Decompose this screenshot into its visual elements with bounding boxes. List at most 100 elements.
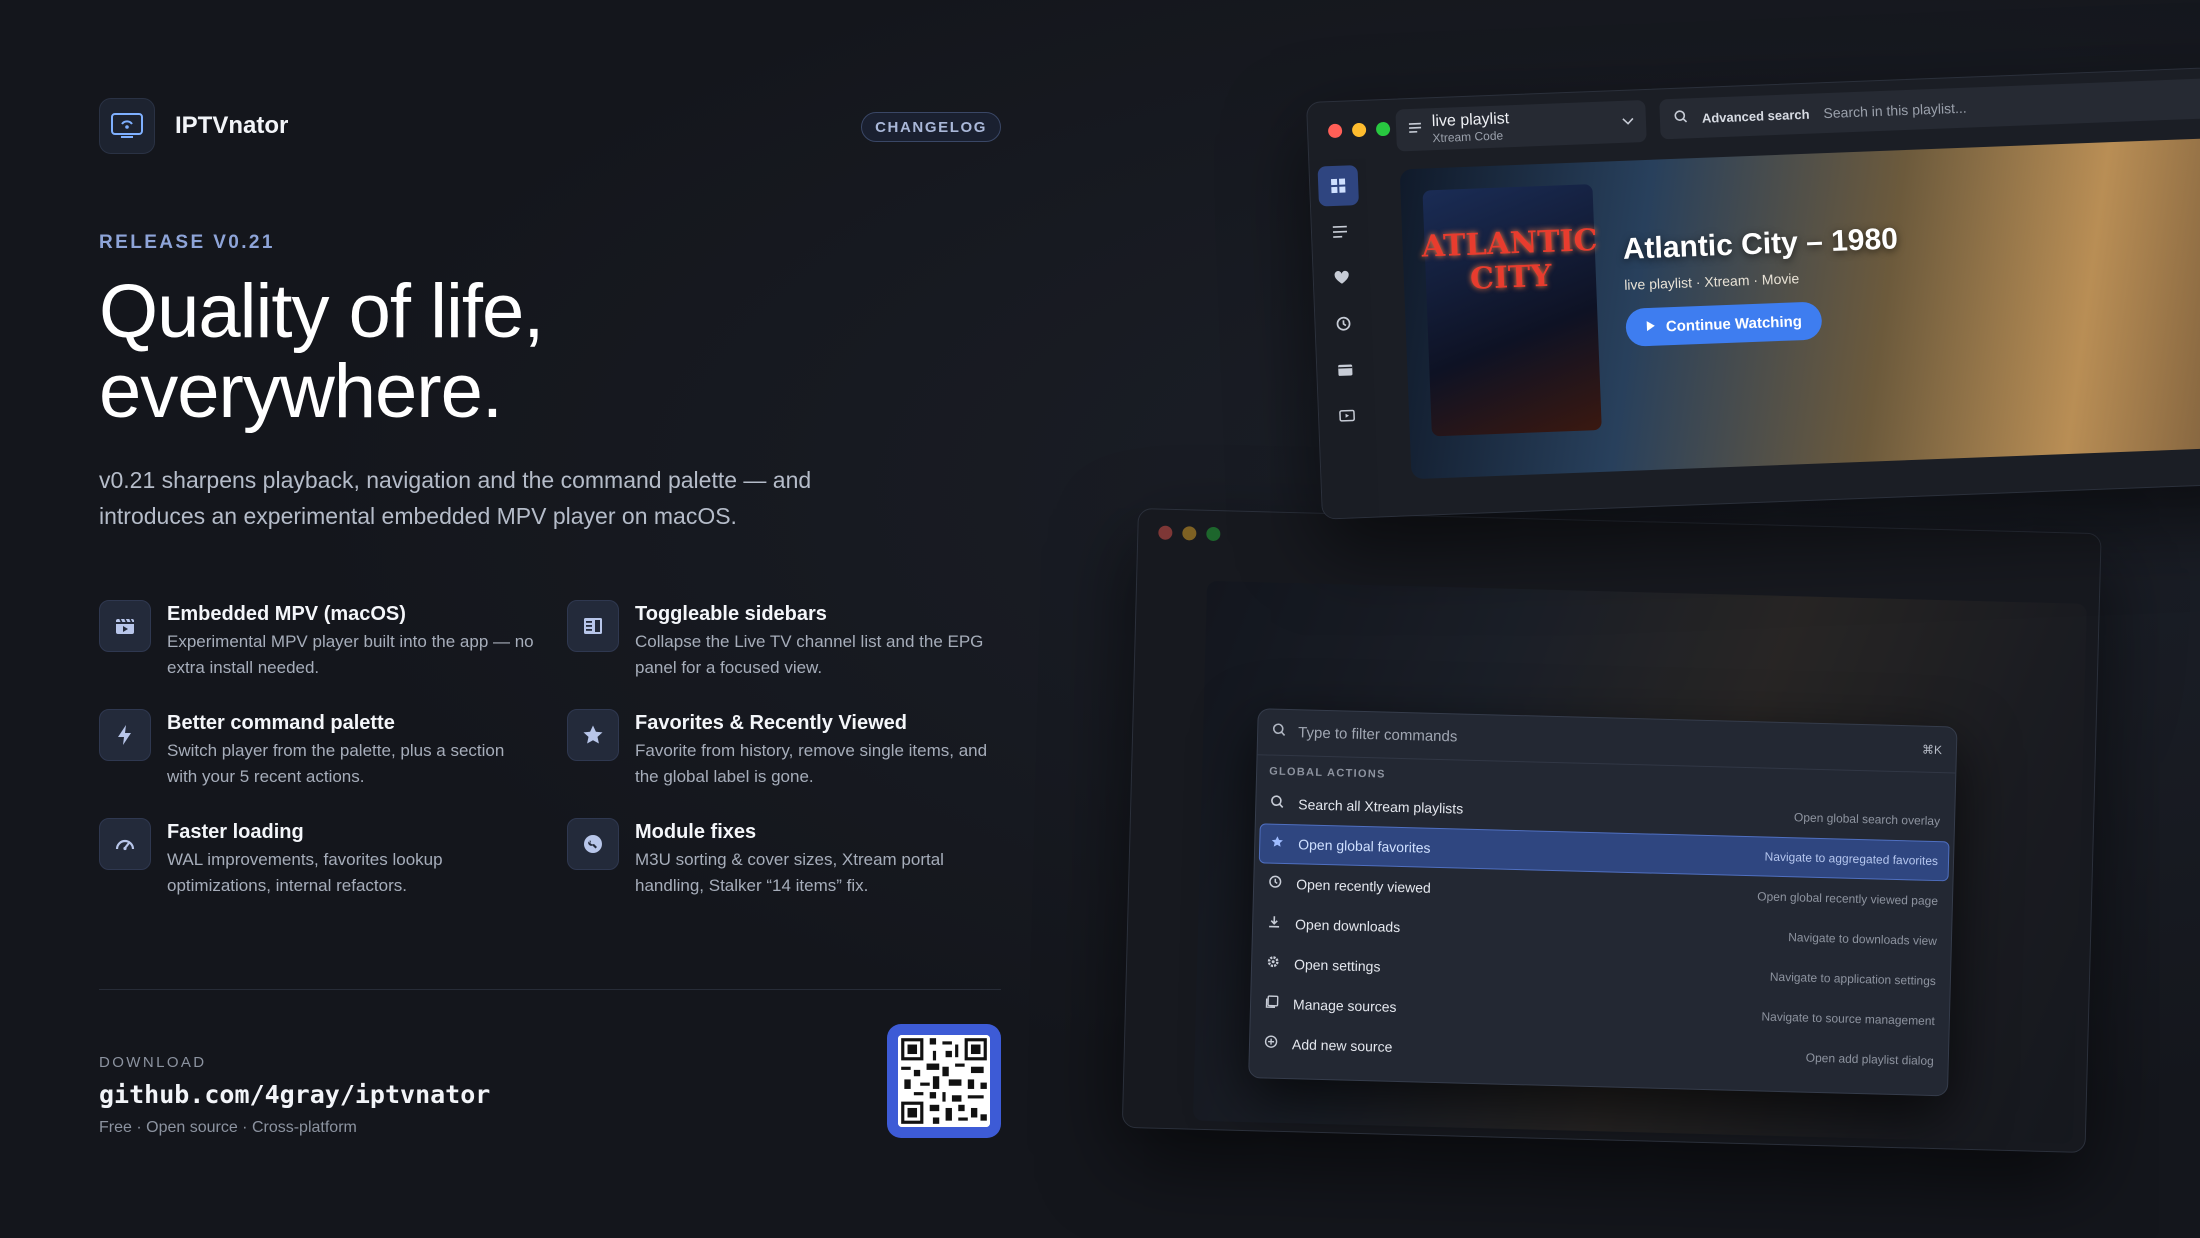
advanced-search-button[interactable]: Advanced search [1702,106,1810,125]
hero-title: Atlantic City – 1980 [1622,222,1899,266]
changelog-button[interactable]: CHANGELOG [861,112,1001,142]
shortcut-badge: ⌘K [1921,742,1943,757]
menu-icon [1408,121,1423,140]
feature-title: Faster loading [167,821,304,843]
palette-item-hint: Navigate to aggregated favorites [1764,849,1939,869]
feature-grid: Embedded MPV (macOS) Experimental MPV pl… [99,600,1001,899]
continue-watching-label: Continue Watching [1665,312,1803,335]
continue-watching-button[interactable]: Continue Watching [1625,301,1823,347]
app-sidebar [1309,158,1379,519]
film-icon [99,600,151,652]
wrench-icon [567,818,619,870]
palette-item-hint: Navigate to application settings [1769,969,1937,989]
list-icon [1332,225,1348,238]
download-label: DOWNLOAD [99,1054,207,1071]
sidebar-item-favorites[interactable] [1321,257,1363,299]
brand[interactable]: IPTVnator [99,98,288,154]
sidebar-icon [567,600,619,652]
headline: Quality of life, everywhere. [99,272,919,432]
heart-icon [1334,270,1349,284]
feature-item: Favorites & Recently Viewed Favorite fro… [567,709,1001,790]
tv-icon [1339,409,1355,422]
palette-search-input[interactable]: Type to filter commands [1298,724,1910,757]
palette-item-label: Add new source [1291,1036,1393,1055]
palette-item-hint: Navigate to downloads view [1788,930,1938,949]
download-icon [1267,914,1281,933]
palette-item-hint: Open add playlist dialog [1805,1050,1934,1069]
search-icon [1674,109,1689,129]
feature-item: Module fixes M3U sorting & cover sizes, … [567,818,1001,899]
chevron-down-icon [1622,112,1635,130]
playlist-type: Xtream Code [1432,128,1504,146]
palette-item-label: Open downloads [1294,916,1401,936]
featured-hero: ATLANTIC CITY Atlantic City – 1980 live … [1399,132,2200,480]
release-label: RELEASE V0.21 [99,232,275,253]
feature-desc: Switch player from the palette, plus a s… [167,741,505,786]
feature-item: Faster loading WAL improvements, favorit… [99,818,567,899]
palette-item-label: Open settings [1293,956,1381,975]
feature-title: Favorites & Recently Viewed [635,712,907,734]
library-icon [1265,994,1279,1013]
palette-item-hint: Navigate to source management [1761,1009,1936,1029]
feature-title: Better command palette [167,712,395,734]
tv-logo-icon [99,98,155,154]
search-icon [1272,723,1286,742]
feature-item: Embedded MPV (macOS) Experimental MPV pl… [99,600,567,681]
maximize-window-button[interactable] [1375,121,1391,137]
palette-item-label: Search all Xtream playlists [1298,796,1464,817]
grid-icon [1330,178,1346,194]
download-meta: Free · Open source · Cross-platform [99,1119,357,1136]
release-page: IPTVnator CHANGELOG RELEASE V0.21 Qualit… [0,0,2200,1238]
minimize-window-button[interactable] [1351,122,1367,138]
app-window-command-palette: Type to filter commands ⌘K GLOBAL ACTION… [1121,508,2102,1154]
feature-desc: WAL improvements, favorites lookup optim… [167,850,443,895]
playlist-search[interactable]: Advanced search Search in this playlist.… [1659,75,2200,140]
palette-item-hint: Open global search overlay [1793,810,1941,829]
sidebar-item-movies[interactable] [1325,349,1367,391]
hero-meta: live playlist · Xtream · Movie [1623,270,1800,293]
feature-item: Better command palette Switch player fro… [99,709,567,790]
lead-text: v0.21 sharpens playback, navigation and … [99,467,812,529]
divider [99,989,1001,990]
sidebar-item-history[interactable] [1323,303,1365,345]
window-controls [1327,121,1391,139]
playlist-selector[interactable]: live playlist Xtream Code [1395,99,1647,152]
app-window-playlist: live playlist Xtream Code Advanced searc… [1306,63,2200,520]
gear-icon [1266,954,1280,973]
feature-desc: Collapse the Live TV channel list and th… [635,632,984,677]
sidebar-item-series[interactable] [1326,395,1368,437]
headline-line-1: Quality of life, [99,269,544,354]
sidebar-item-list[interactable] [1319,211,1361,253]
palette-item-label: Manage sources [1292,996,1397,1015]
feature-desc: Experimental MPV player built into the a… [167,632,534,677]
download-link[interactable]: github.com/4gray/iptvnator [99,1080,490,1109]
feature-title: Toggleable sidebars [635,603,827,625]
feature-desc: Favorite from history, remove single ite… [635,741,988,786]
feature-item: Toggleable sidebars Collapse the Live TV… [567,600,1001,681]
history-icon [1336,316,1351,331]
movie-icon [1338,364,1353,376]
play-icon [1646,318,1657,335]
qr-code-icon [898,1035,990,1127]
feature-title: Embedded MPV (macOS) [167,603,406,625]
star-icon [567,709,619,761]
sidebar-item-dashboard[interactable] [1317,165,1359,207]
search-icon [1270,794,1284,813]
headline-line-2: everywhere. [99,349,503,434]
movie-poster[interactable]: ATLANTIC CITY [1420,184,1602,437]
palette-item-hint: Open global recently viewed page [1757,889,1939,909]
poster-title: ATLANTIC CITY [1420,222,1599,297]
search-input[interactable]: Search in this playlist... [1823,89,2200,121]
feature-desc: M3U sorting & cover sizes, Xtream portal… [635,850,944,895]
palette-item-label: Open global favorites [1298,836,1431,856]
gauge-icon [99,818,151,870]
star-icon [1270,834,1284,853]
add-circle-icon [1264,1034,1278,1053]
palette-item-label: Open recently viewed [1295,876,1432,896]
history-icon [1268,874,1282,893]
qr-code[interactable] [887,1024,1001,1138]
close-window-button[interactable] [1327,123,1343,139]
brand-name: IPTVnator [175,112,289,139]
bolt-icon [99,709,151,761]
release-info: IPTVnator CHANGELOG RELEASE V0.21 Qualit… [99,0,1001,1238]
